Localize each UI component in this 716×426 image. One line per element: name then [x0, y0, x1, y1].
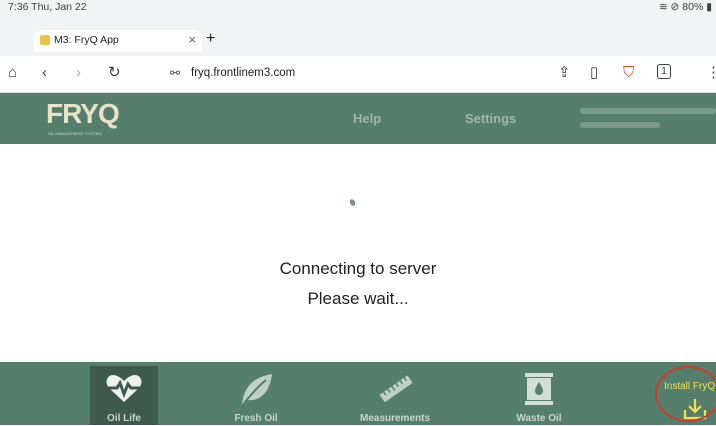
nav-label: Fresh Oil [234, 413, 278, 424]
bookmark-icon[interactable]: ▯ [590, 65, 598, 81]
nav-settings[interactable]: Settings [465, 111, 516, 126]
app-header: FRYQ OIL MANAGEMENT SYSTEM Help Settings [0, 93, 716, 144]
system-icons: ≋ ⊘ 80% ▮ [659, 1, 712, 13]
favicon-icon [40, 35, 50, 45]
connecting-message: Connecting to server [279, 259, 437, 278]
ruler-icon [379, 375, 413, 403]
oil-barrel-icon [525, 373, 553, 405]
dnd-icon: ⊘ [670, 1, 680, 13]
tab-title: M3: FryQ App [54, 34, 119, 46]
nav-label: Measurements [359, 413, 431, 424]
menu-icon[interactable]: ⋮ [706, 65, 716, 81]
logo-text: FRYQ [46, 98, 120, 129]
user-placeholder-bar-short [580, 122, 660, 128]
brave-shield-icon[interactable]: ⛉ [623, 65, 634, 81]
forward-icon[interactable]: › [76, 65, 81, 81]
system-status-bar: 7:36 Thu, Jan 22 ≋ ⊘ 80% ▮ [0, 0, 716, 14]
reload-icon[interactable]: ↻ [108, 65, 121, 81]
fryq-logo: FRYQ OIL MANAGEMENT SYSTEM [46, 98, 120, 138]
new-tab-button[interactable]: + [206, 30, 215, 48]
tab-close-button[interactable]: × [188, 32, 196, 47]
status-time: 7:36 Thu, Jan 22 [8, 1, 87, 13]
site-info-icon[interactable]: ⚯ [170, 65, 180, 81]
nav-measurements[interactable]: Measurements [352, 366, 438, 425]
tab-count-button[interactable]: 1 [657, 64, 671, 79]
user-placeholder-bar [580, 108, 716, 114]
wait-message: Please wait... [307, 289, 409, 308]
share-icon[interactable]: ⇪ [558, 65, 571, 81]
browser-tab[interactable]: M3: FryQ App × [34, 30, 202, 52]
main-content: Connecting to server Please wait... [0, 144, 716, 362]
nav-fresh-oil[interactable]: Fresh Oil [222, 366, 290, 425]
nav-label: Oil Life [107, 413, 141, 424]
leaf-icon [242, 374, 272, 404]
url-field[interactable]: fryq.frontlinem3.com [191, 67, 295, 79]
loading-spinner-icon [348, 198, 357, 207]
browser-toolbar: ⌂ ‹ › ↻ ⚯ fryq.frontlinem3.com ⇪ ▯ ⛉ 1 ⋮ [0, 56, 716, 93]
logo-subtitle: OIL MANAGEMENT SYSTEM [48, 131, 102, 136]
nav-label: Waste Oil [516, 413, 562, 424]
battery-level: 80% [682, 1, 704, 13]
annotation-circle [655, 366, 716, 422]
nav-help[interactable]: Help [353, 111, 381, 126]
bottom-nav: Oil Life Fresh Oil Measurements Waste Oi… [0, 362, 716, 425]
nav-waste-oil[interactable]: Waste Oil [500, 366, 578, 425]
back-icon[interactable]: ‹ [42, 65, 47, 81]
home-icon[interactable]: ⌂ [8, 65, 17, 81]
nav-oil-life[interactable]: Oil Life [90, 366, 158, 425]
wifi-icon: ≋ [658, 1, 668, 13]
battery-icon: ▮ [706, 1, 712, 13]
heartbeat-icon [106, 375, 142, 402]
